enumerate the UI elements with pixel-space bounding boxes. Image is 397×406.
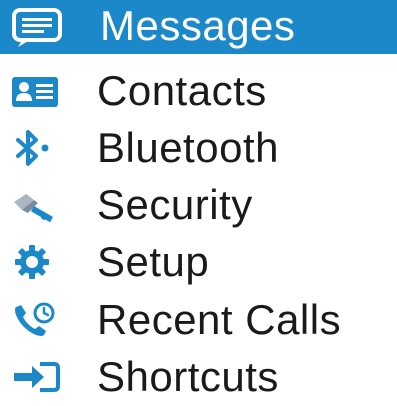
main-menu: Messages Contacts Bluetooth Security Set… <box>0 0 397 400</box>
gear-icon <box>8 241 68 283</box>
menu-item-shortcuts[interactable]: Shortcuts <box>0 348 397 406</box>
menu-item-setup[interactable]: Setup <box>0 233 397 291</box>
menu-item-label: Contacts <box>97 67 267 114</box>
menu-item-bluetooth[interactable]: Bluetooth <box>0 119 397 177</box>
menu-item-label: Setup <box>97 238 210 285</box>
recent-calls-icon <box>8 299 68 341</box>
menu-item-label: Messages <box>100 2 296 49</box>
key-icon <box>8 184 68 226</box>
contact-card-icon <box>8 70 68 112</box>
menu-item-contacts[interactable]: Contacts <box>0 62 397 120</box>
menu-item-label: Bluetooth <box>97 124 279 171</box>
message-icon <box>8 6 68 48</box>
menu-item-recent-calls[interactable]: Recent Calls <box>0 291 397 349</box>
bluetooth-icon <box>8 127 68 169</box>
menu-item-label: Security <box>97 181 253 228</box>
menu-item-label: Shortcuts <box>97 353 279 400</box>
menu-item-messages[interactable]: Messages <box>0 0 397 54</box>
menu-item-security[interactable]: Security <box>0 176 397 234</box>
menu-item-label: Recent Calls <box>97 296 342 343</box>
shortcut-arrow-icon <box>8 356 68 398</box>
